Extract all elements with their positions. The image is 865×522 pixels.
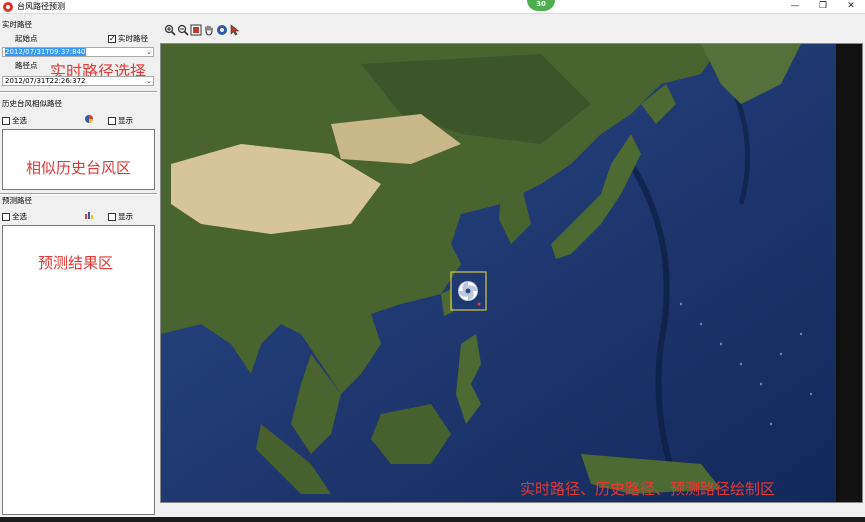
checkbox-box[interactable] <box>2 212 10 221</box>
realtime-path-checkbox-label: 实时路径 <box>118 34 148 43</box>
pan-hand-icon[interactable] <box>203 24 215 36</box>
history-overlay-label: 相似历史台风区 <box>26 159 132 177</box>
start-point-label: 起始点 <box>15 34 38 43</box>
prediction-section-label: 预测路径 <box>2 196 32 205</box>
bottom-strip <box>0 517 865 522</box>
path-point-label: 路径点 <box>15 61 38 70</box>
map-canvas[interactable] <box>160 43 863 503</box>
map-area-caption: 实时路径、历史路径、预测路径绘制区 <box>520 480 776 498</box>
path-point-select[interactable]: 2012/07/31T22:26:372 ⌄ <box>2 76 154 86</box>
checkbox-box[interactable] <box>108 212 116 221</box>
history-typhoon-list[interactable]: 相似历史台风区 <box>2 129 155 190</box>
prediction-show-label: 显示 <box>118 212 133 221</box>
prediction-result-list[interactable]: 预测结果区 <box>2 225 155 515</box>
divider <box>0 91 157 93</box>
start-point-select[interactable]: 2012/07/31T09:37:840 ⌄ <box>2 47 154 57</box>
realtime-section-label: 实时路径 <box>2 20 32 29</box>
checkbox-box[interactable] <box>108 34 116 43</box>
divider <box>0 193 157 195</box>
left-panel: 实时路径 起始点 实时路径 2012/07/31T09:37:840 ⌄ 实时路… <box>0 15 157 517</box>
minimize-button[interactable]: — <box>781 0 809 14</box>
typhoon-icon[interactable] <box>458 281 478 301</box>
window-title: 台风路径预测 <box>17 2 65 11</box>
start-point-value: 2012/07/31T09:37:840 <box>5 48 86 56</box>
identify-icon[interactable] <box>216 24 228 36</box>
maximize-button[interactable]: ❐ <box>809 0 837 14</box>
typhoon-center-point <box>477 302 481 306</box>
realtime-path-checkbox[interactable]: 实时路径 <box>108 34 148 43</box>
checkbox-box[interactable] <box>108 116 116 125</box>
zoom-in-icon[interactable] <box>164 24 176 36</box>
full-extent-icon[interactable] <box>190 24 202 36</box>
history-section-label: 历史台风相似路径 <box>2 99 62 108</box>
prediction-select-all-checkbox[interactable]: 全选 <box>2 212 27 221</box>
satellite-map[interactable] <box>161 44 862 502</box>
prediction-show-checkbox[interactable]: 显示 <box>108 212 133 221</box>
chevron-down-icon[interactable]: ⌄ <box>146 48 152 56</box>
bar-chart-icon[interactable] <box>84 210 94 220</box>
typhoon-color-icon[interactable] <box>84 114 94 124</box>
prediction-select-all-label: 全选 <box>12 212 27 221</box>
history-show-label: 显示 <box>118 116 133 125</box>
select-arrow-icon[interactable] <box>229 24 241 36</box>
map-toolbar <box>160 24 280 38</box>
notification-badge[interactable]: 30 <box>527 0 555 11</box>
history-select-all-label: 全选 <box>12 116 27 125</box>
title-bar: 台风路径预测 30 — ❐ ✕ <box>0 0 865 14</box>
history-select-all-checkbox[interactable]: 全选 <box>2 116 27 125</box>
app-icon <box>3 2 13 12</box>
close-button[interactable]: ✕ <box>837 0 865 14</box>
path-point-value: 2012/07/31T22:26:372 <box>5 77 86 85</box>
history-show-checkbox[interactable]: 显示 <box>108 116 133 125</box>
prediction-overlay-label: 预测结果区 <box>38 254 114 272</box>
chevron-down-icon[interactable]: ⌄ <box>146 77 152 85</box>
checkbox-box[interactable] <box>2 116 10 125</box>
zoom-out-icon[interactable] <box>177 24 189 36</box>
map-edge <box>836 44 862 502</box>
